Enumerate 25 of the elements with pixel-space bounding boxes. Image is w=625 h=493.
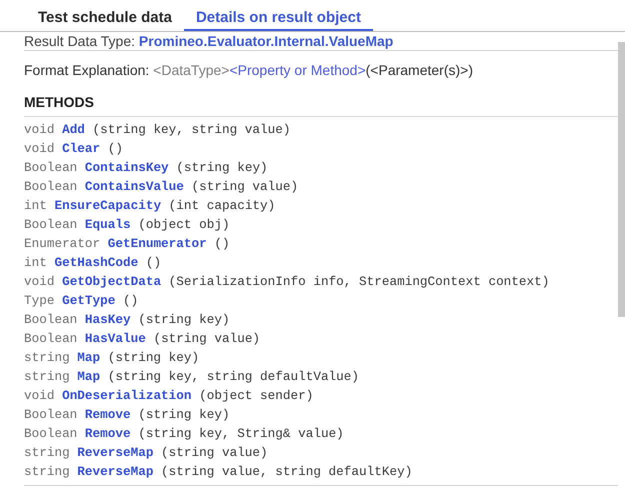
method-signature: void Clear ()	[24, 140, 123, 158]
method-signature: Enumerator GetEnumerator ()	[24, 235, 230, 253]
method-signature: void GetObjectData (SerializationInfo info, StreamingContext context)	[24, 273, 550, 291]
section-heading: METHODS	[24, 93, 95, 112]
method-signature: int EnsureCapacity (int capacity)	[24, 197, 276, 215]
method-signature: Boolean ContainsKey (string key)	[24, 159, 268, 177]
method-signature: Boolean HasKey (string key)	[24, 311, 230, 329]
method-signature: Boolean Remove (string key)	[24, 406, 230, 424]
format-explanation: Format Explanation: <DataType><Property or Method>(<Parameter(s)>)	[24, 61, 474, 79]
method-signature: string ReverseMap (string value, string defaultKey)	[24, 463, 412, 481]
scrollbar-thumb[interactable]	[618, 42, 625, 317]
method-signature: Boolean Remove (string key, String& value)	[24, 425, 344, 443]
method-signature: Boolean HasValue (string value)	[24, 330, 260, 348]
tab[interactable]: Details on result object	[184, 0, 373, 31]
method-signature: void Add (string key, string value)	[24, 121, 290, 139]
method-signature: string Map (string key, string defaultValue)	[24, 368, 360, 386]
tab[interactable]: Test schedule data	[26, 0, 184, 31]
method-signature: Type GetType ()	[24, 292, 138, 310]
method-signature: void OnDeserialization (object sender)	[24, 387, 314, 405]
method-signature: Boolean Equals (object obj)	[24, 216, 230, 234]
method-signature: Boolean ContainsValue (string value)	[24, 178, 298, 196]
method-signature: int GetHashCode ()	[24, 254, 162, 272]
result-type-text: Result Data Type: Promineo.Evaluator.Internal.ValueMap	[24, 32, 394, 49]
method-signature: string ReverseMap (string value)	[24, 444, 268, 462]
method-signature: string Map (string key)	[24, 349, 200, 367]
